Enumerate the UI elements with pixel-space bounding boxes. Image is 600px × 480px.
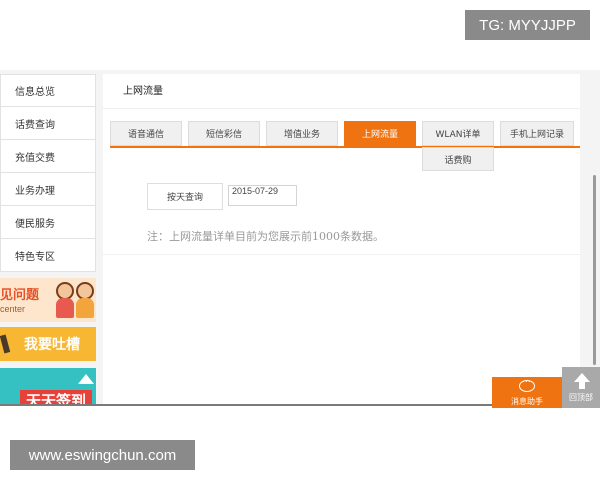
faq-banner-title: 见问题 — [0, 288, 40, 303]
title-divider — [103, 108, 580, 109]
tab-mobile-web-log[interactable]: 手机上网记录 — [500, 121, 574, 146]
sidebar: 信息总览 话费查询 充值交费 业务办理 便民服务 特色专区 — [0, 74, 96, 272]
query-by-day-button[interactable]: 按天查询 — [147, 183, 223, 210]
pencil-icon — [0, 334, 11, 354]
faq-banner[interactable]: 见问题 center — [0, 278, 96, 322]
date-input[interactable]: 2015-07-29 — [228, 185, 297, 206]
tab-underline — [110, 146, 580, 148]
signin-banner[interactable]: 天天签到 — [0, 368, 96, 406]
cartoon-kid-body — [56, 298, 74, 318]
sidebar-item-bill-query[interactable]: 话费查询 — [0, 107, 96, 140]
arrow-up-stem — [579, 382, 585, 389]
page-title: 上网流量 — [123, 86, 163, 97]
complain-banner-title: 我要吐槽 — [24, 337, 80, 353]
main-content: 上网流量 语音通信 短信彩信 增值业务 上网流量 WLAN详单 手机上网记录 话… — [103, 74, 580, 406]
message-helper-button[interactable]: 消息助手 — [492, 375, 562, 408]
arrow-up-icon — [574, 373, 590, 382]
cartoon-kid-body — [76, 298, 94, 318]
back-to-top-button[interactable]: 回顶部 — [562, 367, 600, 408]
tab-data-usage[interactable]: 上网流量 — [344, 121, 416, 146]
back-to-top-label: 回顶部 — [569, 393, 593, 402]
dropdown-item[interactable]: 话费购 — [422, 147, 494, 171]
message-helper-label: 消息助手 — [511, 397, 543, 406]
tab-voice[interactable]: 语音通信 — [110, 121, 182, 146]
page-frame: 信息总览 话费查询 充值交费 业务办理 便民服务 特色专区 见问题 center… — [0, 70, 600, 406]
tg-badge: TG: MYYJJPP — [465, 10, 590, 40]
sidebar-item-recharge[interactable]: 充值交费 — [0, 140, 96, 173]
faq-banner-subtitle: center — [0, 304, 26, 314]
tab-wlan[interactable]: WLAN详单 — [422, 121, 494, 146]
sidebar-item-convenience[interactable]: 便民服务 — [0, 206, 96, 239]
site-watermark: www.eswingchun.com — [10, 440, 195, 470]
sidebar-item-special[interactable]: 特色专区 — [0, 239, 96, 272]
triangle-icon — [78, 374, 94, 384]
chat-bubble-icon — [519, 375, 535, 392]
tab-value-added[interactable]: 增值业务 — [266, 121, 338, 146]
sidebar-item-overview[interactable]: 信息总览 — [0, 74, 96, 107]
sidebar-item-services[interactable]: 业务办理 — [0, 173, 96, 206]
scrollbar[interactable] — [593, 175, 596, 365]
complain-banner[interactable]: 我要吐槽 — [0, 327, 96, 361]
notice-divider — [103, 254, 580, 255]
data-notice: 注：上网流量详单目前为您展示前1000条数据。 — [147, 230, 384, 243]
tab-sms[interactable]: 短信彩信 — [188, 121, 260, 146]
